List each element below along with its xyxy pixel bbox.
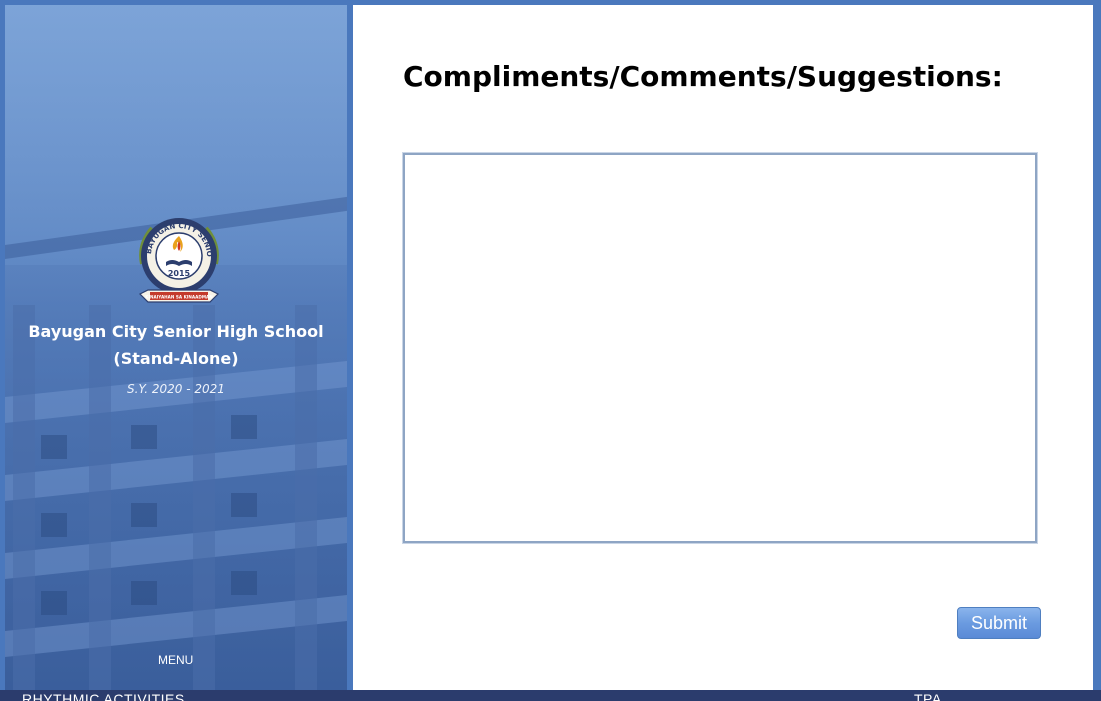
feedback-panel: Compliments/Comments/Suggestions: Submit [353, 5, 1093, 690]
building-photo-window [131, 425, 157, 449]
school-name: Bayugan City Senior High School (Stand-A… [5, 318, 347, 372]
background-page-strip: RHYTHMIC ACTIVITIES TPA [0, 690, 1101, 701]
building-photo-window [231, 571, 257, 595]
sidebar: BAYUGAN CITY SENIOR HIGH SCHOOL 2015 KIN… [5, 5, 347, 690]
page-title: Compliments/Comments/Suggestions: [403, 60, 1003, 93]
background-text-left: RHYTHMIC ACTIVITIES [22, 691, 185, 701]
building-photo-window [231, 415, 257, 439]
school-seal-icon: BAYUGAN CITY SENIOR HIGH SCHOOL 2015 KIN… [131, 207, 224, 310]
building-photo-window [41, 513, 67, 537]
submit-button[interactable]: Submit [957, 607, 1041, 639]
building-photo-window [41, 591, 67, 615]
school-name-line2: (Stand-Alone) [113, 349, 239, 368]
school-name-line1: Bayugan City Senior High School [28, 322, 324, 341]
menu-link[interactable]: MENU [158, 653, 193, 667]
building-photo-window [231, 493, 257, 517]
building-photo-window [41, 435, 67, 459]
background-text-right: TPA [914, 691, 942, 701]
seal-banner-text: KINAIYAHAN SA KINAADMAN [145, 295, 213, 300]
seal-year: 2015 [168, 269, 191, 278]
building-photo-window [131, 581, 157, 605]
comments-textarea[interactable] [402, 152, 1038, 544]
building-photo-window [131, 503, 157, 527]
school-year: S.Y. 2020 - 2021 [127, 382, 225, 396]
